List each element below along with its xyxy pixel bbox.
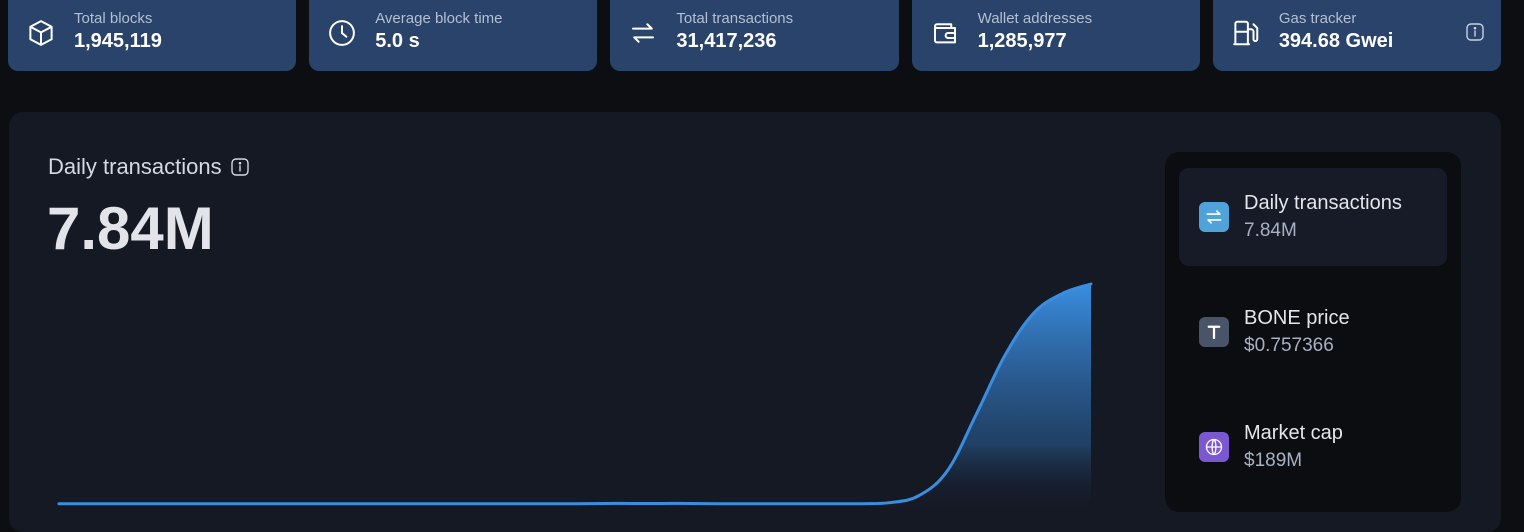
daily-transactions-chart[interactable] [9,112,1159,520]
metric-daily-transactions[interactable]: Daily transactions 7.84M [1179,168,1447,266]
metric-name: Market cap [1244,422,1343,444]
wallet-icon [933,22,956,43]
metric-name: BONE price [1244,307,1350,329]
stat-value: 31,417,236 [676,29,777,52]
chart-series-line [57,282,1093,506]
transfer-arrows-icon [1199,202,1229,232]
metric-value: 7.84M [1244,220,1297,241]
stat-value: 394.68 Gwei [1278,29,1394,52]
stat-label: Total blocks [74,9,153,27]
chart-area-fill [861,284,1091,514]
metric-value: $0.757366 [1244,335,1334,356]
stat-card-average-block-time[interactable]: Average block time 5.0 s [309,0,598,71]
stat-label: Total transactions [676,9,794,27]
info-icon[interactable] [1465,22,1485,42]
stat-label: Average block time [375,9,503,27]
metric-market-cap[interactable]: Market cap $189M [1179,398,1447,496]
stat-card-wallet-addresses[interactable]: Wallet addresses 1,285,977 [911,0,1200,71]
metric-name: Daily transactions [1244,192,1402,214]
chart-panel: Daily transactions 7.84M Daily transacti… [9,112,1501,532]
cube-icon [29,19,53,46]
gas-pump-icon [1232,20,1259,45]
metric-selector: Daily transactions 7.84M BONE price $0.7… [1165,152,1461,512]
metric-bone-price[interactable]: BONE price $0.757366 [1179,283,1447,381]
globe-icon [1199,432,1229,462]
clock-icon [329,19,356,46]
stat-card-gas-tracker[interactable]: Gas tracker 394.68 Gwei [1212,0,1502,71]
metric-value: $189M [1244,450,1303,471]
stat-value: 1,285,977 [977,29,1067,52]
transfer-arrows-icon [632,22,655,43]
stat-value: 5.0 s [375,29,420,52]
stats-bar: Total blocks 1,945,119 Average block tim… [8,0,1502,71]
token-t-icon [1199,317,1229,347]
stat-label: Wallet addresses [977,9,1093,27]
stat-value: 1,945,119 [74,29,162,52]
stat-card-total-blocks[interactable]: Total blocks 1,945,119 [8,0,297,71]
stat-label: Gas tracker [1278,9,1357,27]
stat-card-total-transactions[interactable]: Total transactions 31,417,236 [610,0,899,71]
